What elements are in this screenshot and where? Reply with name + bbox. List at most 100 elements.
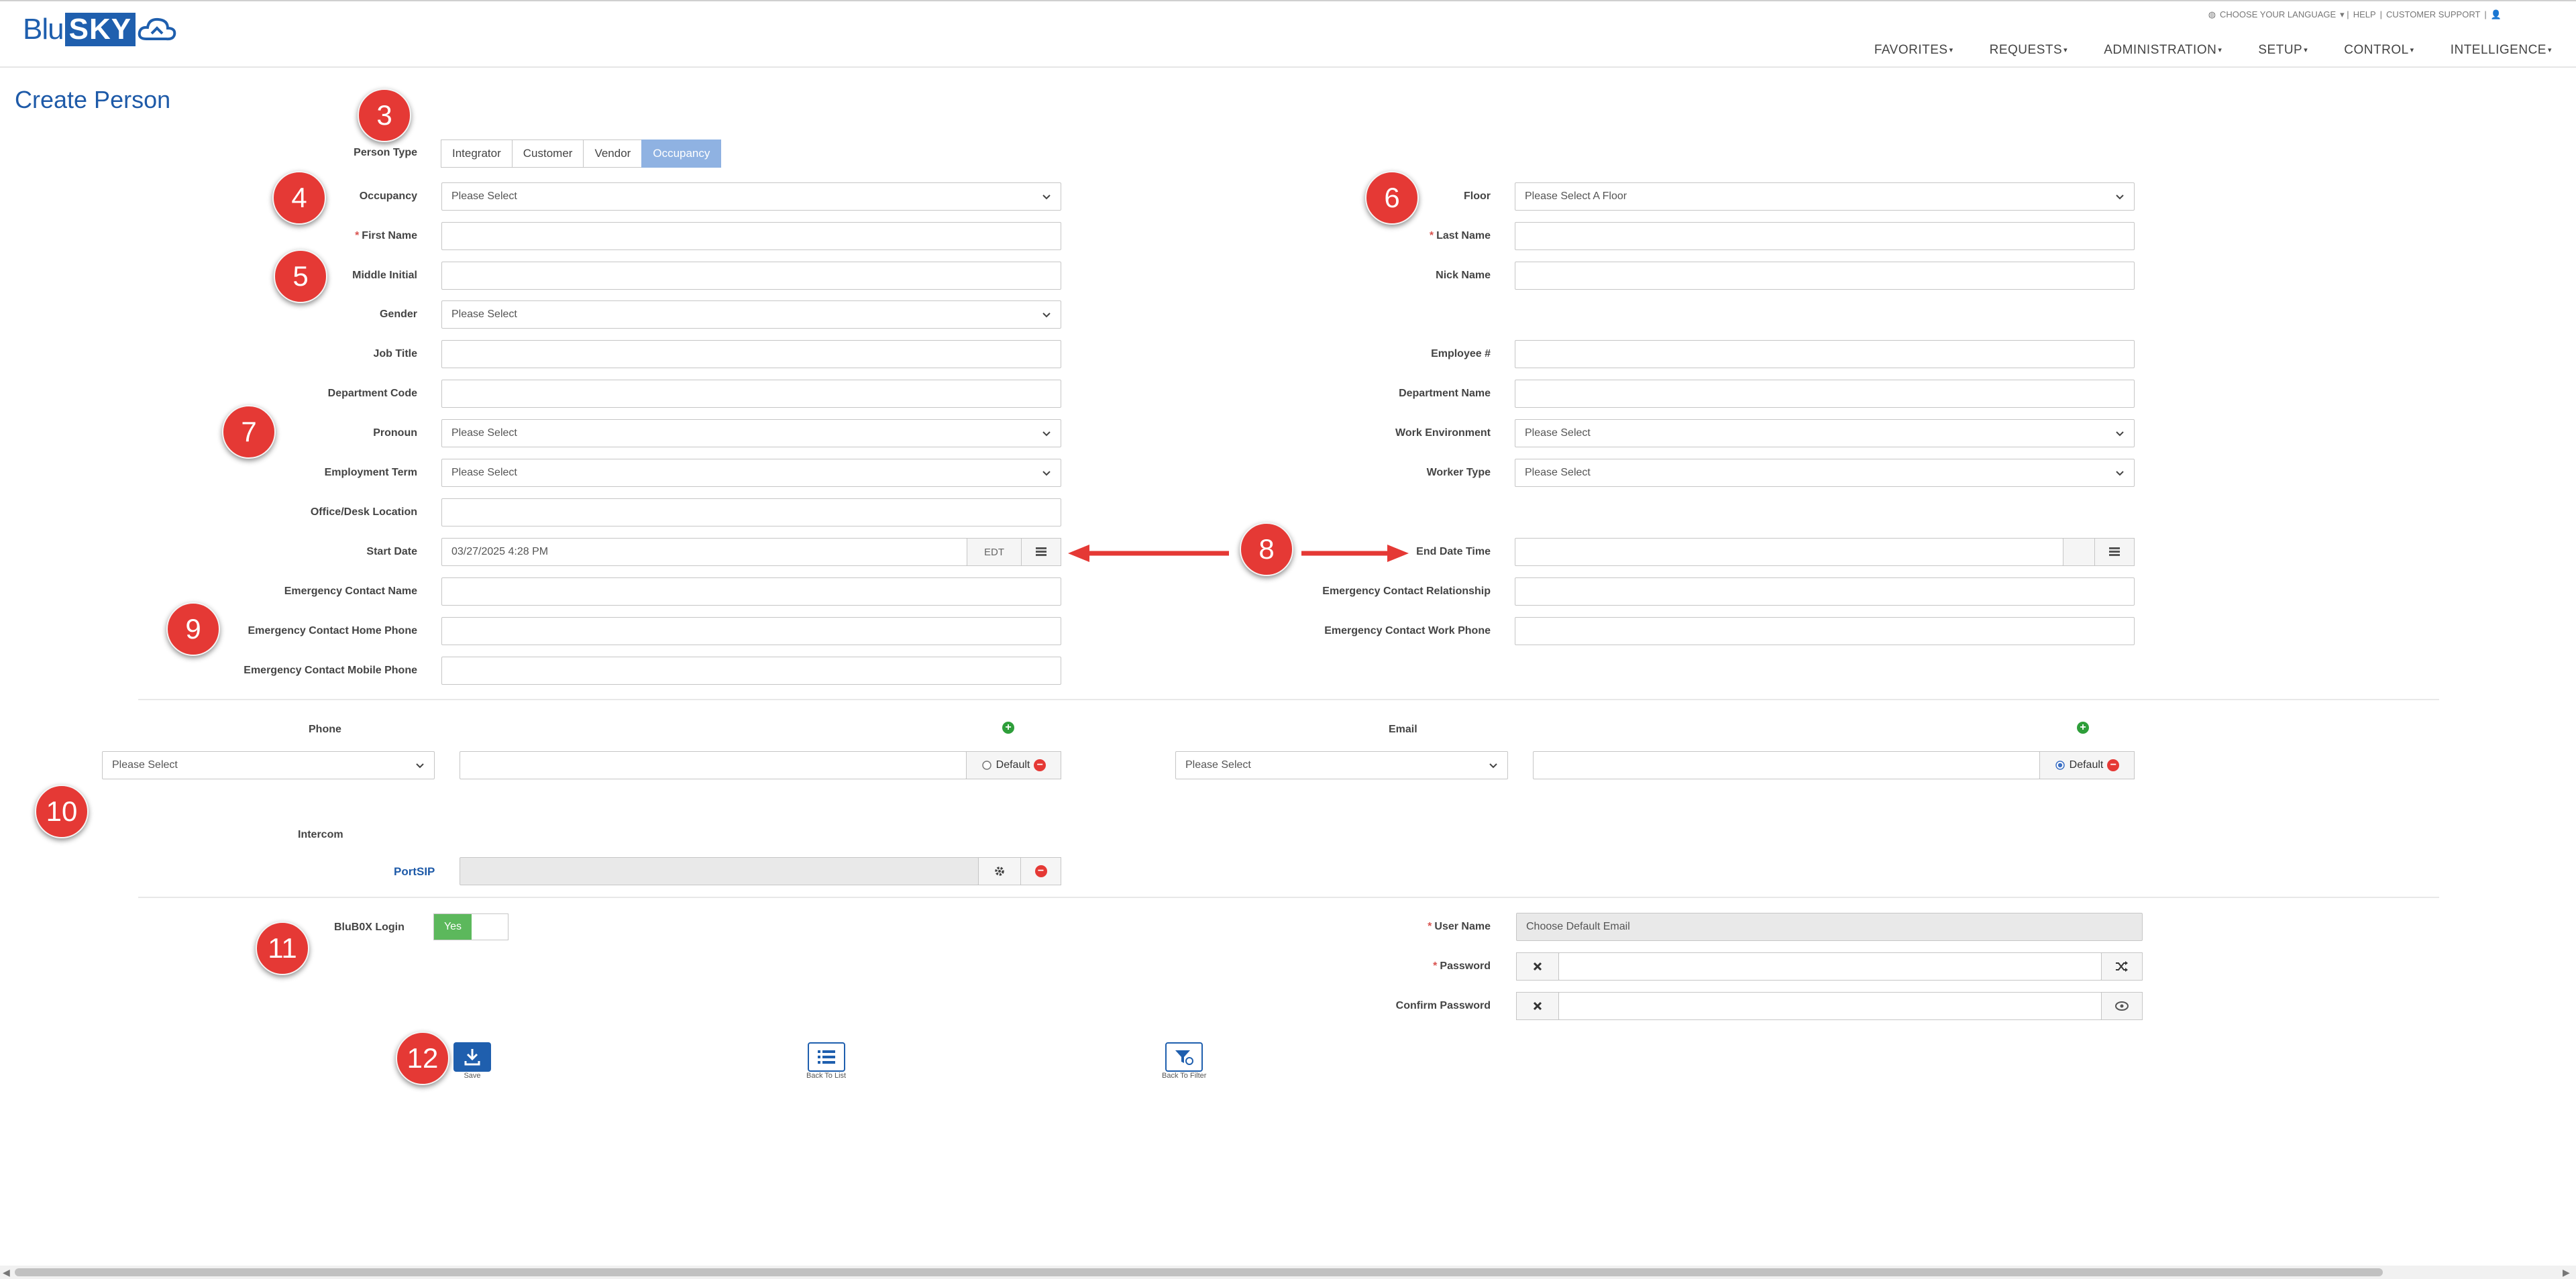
remove-email-icon[interactable]: − (2107, 759, 2120, 771)
chevron-down-icon (1042, 194, 1051, 200)
annotation-badge: 11 (256, 922, 309, 975)
occupancy-select[interactable]: Please Select (441, 182, 1061, 211)
ec-name-label: Emergency Contact Name (284, 586, 417, 597)
end-date-input[interactable] (1515, 538, 2063, 566)
blubox-login-label: BluB0X Login (334, 922, 405, 933)
chevron-down-icon (1042, 313, 1051, 318)
show-password-button[interactable] (2101, 992, 2143, 1020)
header-separator (0, 66, 2576, 68)
office-desk-input[interactable] (441, 498, 1061, 526)
back-to-list-button[interactable] (807, 1042, 845, 1072)
eye-icon (2115, 1001, 2129, 1011)
ec-work-input[interactable] (1515, 617, 2135, 645)
remove-phone-icon[interactable]: − (1034, 759, 1046, 771)
calendar-icon (2109, 547, 2120, 556)
globe-icon: ◍ (2208, 9, 2216, 19)
blubox-login-toggle[interactable]: Yes (433, 913, 508, 940)
ec-mobile-input[interactable] (441, 657, 1061, 685)
start-date-calendar-button[interactable] (1021, 538, 1061, 566)
nav-administration[interactable]: ADMINISTRATION ▾ (2104, 43, 2222, 58)
password-generate-button[interactable] (2101, 952, 2143, 981)
department-name-input[interactable] (1515, 380, 2135, 408)
ec-home-label: Emergency Contact Home Phone (248, 625, 418, 636)
nav-control[interactable]: CONTROL ▾ (2344, 43, 2414, 58)
work-environment-label: Work Environment (1395, 427, 1491, 439)
download-icon (464, 1049, 480, 1066)
password-label: * Password (1433, 960, 1491, 972)
confirm-clear-button[interactable] (1516, 992, 1559, 1020)
employment-term-select[interactable]: Please Select (441, 459, 1061, 487)
end-date-tz-addon (2063, 538, 2095, 566)
person-type-vendor[interactable]: Vendor (583, 140, 643, 168)
person-type-occupancy[interactable]: Occupancy (641, 140, 722, 168)
back-list-action[interactable]: Back To List (806, 1042, 846, 1080)
chevron-down-icon (2116, 471, 2124, 476)
gender-select[interactable]: Please Select (441, 300, 1061, 329)
middle-initial-input[interactable] (441, 262, 1061, 290)
back-filter-action[interactable]: Back To Filter (1162, 1042, 1206, 1080)
person-type-customer[interactable]: Customer (511, 140, 584, 168)
nick-name-input[interactable] (1515, 262, 2135, 290)
person-type-integrator[interactable]: Integrator (441, 140, 513, 168)
section-divider (138, 897, 2439, 898)
start-date-input[interactable]: 03/27/2025 4:28 PM (441, 538, 967, 566)
email-address-input[interactable] (1533, 751, 2040, 779)
username-input[interactable]: Choose Default Email (1516, 913, 2143, 941)
department-name-label: Department Name (1399, 388, 1491, 399)
first-name-input[interactable] (441, 222, 1061, 250)
portsip-remove-button[interactable]: − (1020, 857, 1061, 885)
radio-unchecked-icon[interactable] (981, 760, 992, 771)
password-clear-button[interactable] (1516, 952, 1559, 981)
user-icon[interactable]: 👤 (2491, 9, 2502, 19)
main-nav: FAVORITES ▾ REQUESTS ▾ ADMINISTRATION ▾ SET… (1874, 43, 2552, 58)
add-phone-icon[interactable]: + (1002, 722, 1014, 734)
chevron-down-icon (1042, 431, 1051, 437)
pronoun-select[interactable]: Please Select (441, 419, 1061, 447)
bluesky-logo[interactable]: Blu SKY (23, 12, 177, 47)
portsip-link[interactable]: PortSIP (394, 865, 435, 879)
nav-setup[interactable]: SETUP ▾ (2258, 43, 2308, 58)
filter-icon (1175, 1050, 1194, 1065)
back-to-filter-button[interactable] (1165, 1042, 1203, 1072)
ec-name-input[interactable] (441, 577, 1061, 606)
confirm-password-input[interactable] (1558, 992, 2102, 1020)
top-links: ◍ CHOOSE YOUR LANGUAGE ▾ | HELP | CUSTOMER SU… (2208, 9, 2502, 19)
nav-favorites[interactable]: FAVORITES ▾ (1874, 43, 1953, 58)
password-input[interactable] (1558, 952, 2102, 981)
employee-no-input[interactable] (1515, 340, 2135, 368)
chevron-down-icon (1042, 471, 1051, 476)
job-title-input[interactable] (441, 340, 1061, 368)
scroll-left-arrow-icon[interactable]: ◀ (3, 1267, 10, 1278)
email-default-addon: Default − (2039, 751, 2135, 779)
annotation-badge: 10 (35, 785, 89, 838)
floor-select[interactable]: Please Select A Floor (1515, 182, 2135, 211)
support-link[interactable]: CUSTOMER SUPPORT (2386, 9, 2480, 19)
end-date-calendar-button[interactable] (2094, 538, 2135, 566)
work-environment-select[interactable]: Please Select (1515, 419, 2135, 447)
worker-type-select[interactable]: Please Select (1515, 459, 2135, 487)
nav-intelligence[interactable]: INTELLIGENCE ▾ (2451, 43, 2552, 58)
add-email-icon[interactable]: + (2077, 722, 2089, 734)
office-desk-label: Office/Desk Location (310, 506, 417, 518)
last-name-input[interactable] (1515, 222, 2135, 250)
floor-label: Floor (1464, 190, 1491, 202)
person-type-group: Integrator Customer Vendor Occupancy (441, 140, 722, 168)
scrollbar-thumb[interactable] (15, 1268, 2383, 1276)
portsip-settings-button[interactable] (978, 857, 1021, 885)
save-action[interactable]: Save (453, 1042, 491, 1080)
phone-number-input[interactable] (460, 751, 967, 779)
section-divider (138, 699, 2439, 700)
save-button[interactable] (453, 1042, 491, 1072)
ec-home-input[interactable] (441, 617, 1061, 645)
ec-relationship-input[interactable] (1515, 577, 2135, 606)
radio-checked-icon[interactable] (2055, 760, 2065, 771)
department-code-input[interactable] (441, 380, 1061, 408)
first-name-label: * First Name (355, 230, 417, 241)
scroll-right-arrow-icon[interactable]: ▶ (2563, 1267, 2570, 1278)
cloud-logo-icon (138, 17, 176, 41)
email-type-select[interactable]: Please Select (1175, 751, 1508, 779)
phone-type-select[interactable]: Please Select (102, 751, 435, 779)
language-link[interactable]: CHOOSE YOUR LANGUAGE (2220, 9, 2336, 19)
nav-requests[interactable]: REQUESTS ▾ (1990, 43, 2068, 58)
help-link[interactable]: HELP (2353, 9, 2376, 19)
